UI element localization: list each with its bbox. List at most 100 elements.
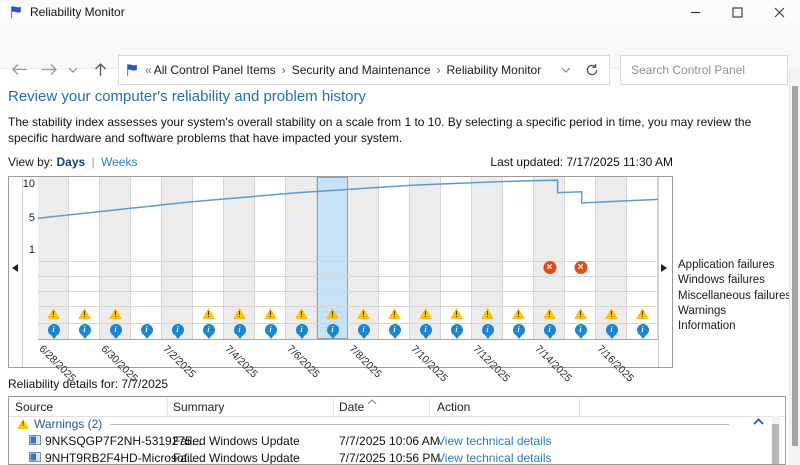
address-dropdown-chevron-icon[interactable] <box>561 67 571 74</box>
row-date: 7/7/2025 10:56 PM <box>339 451 440 465</box>
info-event-icon[interactable]: i <box>606 324 618 336</box>
up-icon[interactable] <box>94 63 107 77</box>
collapse-group-icon[interactable] <box>753 418 764 425</box>
flag-icon <box>9 5 23 19</box>
recent-pages-chevron-icon[interactable] <box>68 67 78 74</box>
maximize-button[interactable] <box>716 0 758 24</box>
x-axis-date-label: 7/2/2025 <box>161 343 198 380</box>
table-scrollbar-thumb[interactable] <box>772 424 779 465</box>
table-header: Source Summary Date Action <box>9 397 785 417</box>
back-icon[interactable] <box>12 63 28 76</box>
search-input[interactable] <box>621 63 790 77</box>
info-event-icon[interactable]: i <box>637 324 649 336</box>
column-header-summary[interactable]: Summary <box>173 400 224 414</box>
refresh-icon[interactable] <box>585 63 599 77</box>
breadcrumb: « All Control Panel Items › Security and… <box>118 55 610 85</box>
breadcrumb-item-reliability-monitor[interactable]: Reliability Monitor <box>447 63 542 77</box>
page-title: Review your computer's reliability and p… <box>8 88 366 105</box>
column-divider[interactable] <box>167 397 168 416</box>
info-event-icon[interactable]: i <box>389 324 401 336</box>
column-divider[interactable] <box>429 397 430 416</box>
window-scrollbar[interactable] <box>789 68 800 465</box>
breadcrumb-overflow[interactable]: « <box>145 63 152 77</box>
info-event-icon[interactable]: i <box>234 324 246 336</box>
x-axis-date-label: 7/8/2025 <box>347 343 384 380</box>
view-by-separator: | <box>92 155 95 169</box>
info-event-icon[interactable]: i <box>265 324 277 336</box>
details-table: Source Summary Date Action ! Warnings (2… <box>8 396 786 465</box>
column-header-date[interactable]: Date <box>339 400 364 414</box>
info-event-icon[interactable]: i <box>79 324 91 336</box>
scroll-next-icon[interactable] <box>661 264 667 272</box>
legend-label-application-failures: Application failures <box>678 258 791 273</box>
table-row[interactable]: 9NKSQGP7F2NH-5319275... Failed Windows U… <box>9 432 785 449</box>
column-divider[interactable] <box>333 397 334 416</box>
window-scrollbar-thumb[interactable] <box>792 86 798 446</box>
x-axis-date-label: 7/6/2025 <box>285 343 322 380</box>
group-label: Warnings (2) <box>34 417 102 431</box>
row-summary: Failed Windows Update <box>173 434 300 448</box>
info-event-icon[interactable]: i <box>296 324 308 336</box>
reliability-monitor-window: Reliability Monitor <box>0 0 800 465</box>
error-event-icon[interactable]: × <box>543 261 556 274</box>
info-event-icon[interactable]: i <box>544 324 556 336</box>
row-separator <box>38 291 658 292</box>
info-event-icon[interactable]: i <box>327 324 339 336</box>
x-axis-date-label: 7/10/2025 <box>409 343 451 385</box>
chart-grid: ××!!!!!!!!!!!!!!!!!!iiiiiiiiiiiiiiiiiiii <box>38 177 658 340</box>
legend-label-information: Information <box>678 319 791 334</box>
stability-chart: ××!!!!!!!!!!!!!!!!!!iiiiiiiiiiiiiiiiiiii… <box>8 176 673 368</box>
minimize-button[interactable] <box>674 0 716 24</box>
window-title: Reliability Monitor <box>30 5 125 19</box>
info-event-icon[interactable]: i <box>358 324 370 336</box>
view-by-label: View by: <box>8 155 53 169</box>
close-button[interactable] <box>758 0 800 24</box>
y-axis-tick-1: 1 <box>17 244 35 256</box>
view-by: View by: Days | Weeks <box>8 155 137 169</box>
info-event-icon[interactable]: i <box>48 324 60 336</box>
last-updated: Last updated: 7/17/2025 11:30 AM <box>490 155 673 169</box>
breadcrumb-separator: › <box>282 63 286 77</box>
info-event-icon[interactable]: i <box>575 324 587 336</box>
forward-icon[interactable] <box>41 63 57 76</box>
search-box <box>620 55 788 85</box>
y-axis-tick-10: 10 <box>17 178 35 190</box>
view-by-weeks-link[interactable]: Weeks <box>101 155 137 169</box>
info-event-icon[interactable]: i <box>451 324 463 336</box>
info-event-icon[interactable]: i <box>482 324 494 336</box>
error-event-icon[interactable]: × <box>574 261 587 274</box>
row-separator <box>38 306 658 307</box>
flag-icon <box>125 63 139 77</box>
info-event-icon[interactable]: i <box>420 324 432 336</box>
info-event-icon[interactable]: i <box>110 324 122 336</box>
view-by-days-link[interactable]: Days <box>56 155 85 169</box>
info-event-icon[interactable]: i <box>172 324 184 336</box>
breadcrumb-item-all-control-panel-items[interactable]: All Control Panel Items <box>154 63 276 77</box>
legend-label-windows-failures: Windows failures <box>678 273 791 288</box>
table-scrollbar[interactable] <box>771 416 780 465</box>
column-header-source[interactable]: Source <box>15 400 53 414</box>
chart-legend: Application failuresWindows failuresMisc… <box>678 258 791 334</box>
info-event-icon[interactable]: i <box>141 324 153 336</box>
page-description: The stability index assesses your system… <box>8 115 764 146</box>
navigation-bar: « All Control Panel Items › Security and… <box>0 24 800 69</box>
x-axis-date-label: 7/16/2025 <box>595 343 637 385</box>
view-technical-details-link[interactable]: View technical details <box>437 451 552 465</box>
breadcrumb-item-security-and-maintenance[interactable]: Security and Maintenance <box>292 63 431 77</box>
column-header-action[interactable]: Action <box>437 400 470 414</box>
x-axis-date-label: 7/12/2025 <box>471 343 513 385</box>
column-divider[interactable] <box>579 397 580 416</box>
x-axis-date-label: 7/4/2025 <box>223 343 260 380</box>
legend-label-warnings: Warnings <box>678 304 791 319</box>
view-technical-details-link[interactable]: View technical details <box>437 434 552 448</box>
scroll-previous-icon[interactable] <box>12 264 18 272</box>
application-icon <box>29 435 41 445</box>
row-separator <box>38 276 658 277</box>
warnings-group-row[interactable]: ! Warnings (2) <box>9 416 785 432</box>
details-title: Reliability details for: 7/7/2025 <box>8 377 168 391</box>
info-event-icon[interactable]: i <box>513 324 525 336</box>
info-event-icon[interactable]: i <box>203 324 215 336</box>
table-row[interactable]: 9NHT9RB2F4HD-Microsof... Failed Windows … <box>9 449 785 465</box>
group-divider-line <box>110 424 729 425</box>
stability-index-line <box>38 177 658 261</box>
